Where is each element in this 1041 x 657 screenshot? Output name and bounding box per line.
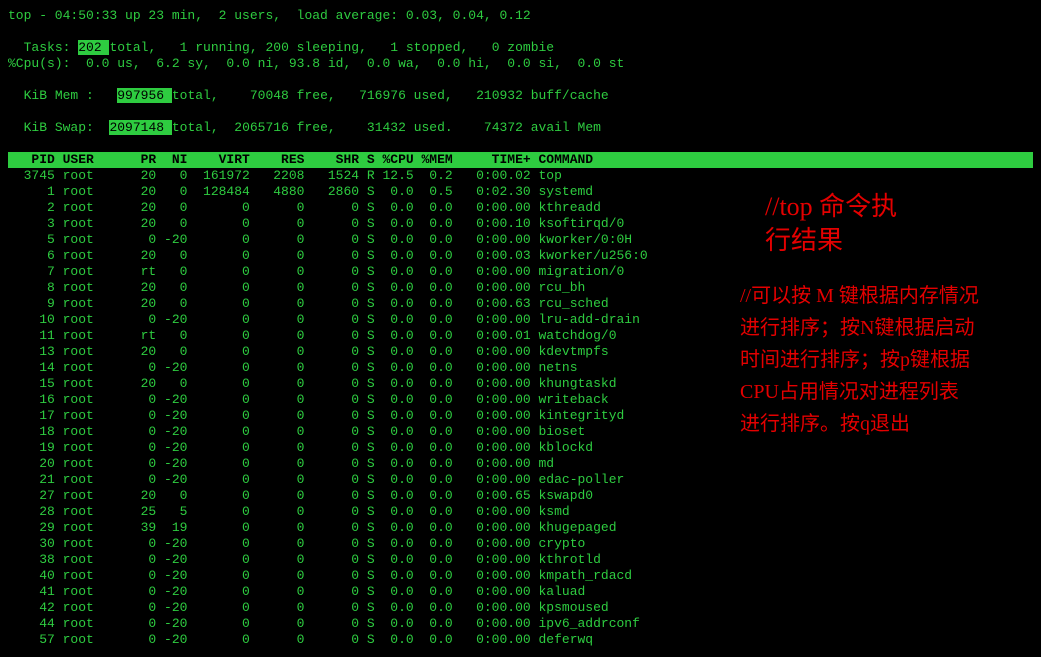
- process-table-header[interactable]: PID USER PR NI VIRT RES SHR S %CPU %MEM …: [8, 152, 1033, 168]
- annotation-title: //top 命令执 行结果: [765, 190, 1025, 258]
- annotation-desc-line4: CPU占用情况对进程列表: [740, 376, 1040, 408]
- process-row[interactable]: 7 root rt 0 0 0 0 S 0.0 0.0 0:00.00 migr…: [8, 264, 1033, 280]
- process-row[interactable]: 40 root 0 -20 0 0 0 S 0.0 0.0 0:00.00 km…: [8, 568, 1033, 584]
- top-summary-line-1: top - 04:50:33 up 23 min, 2 users, load …: [8, 8, 1033, 24]
- annotation-desc-line3: 时间进行排序；按p键根据: [740, 344, 1040, 376]
- mem-detail: total, 70048 free, 716976 used, 210932 b…: [172, 88, 609, 103]
- process-row[interactable]: 27 root 20 0 0 0 0 S 0.0 0.0 0:00.65 ksw…: [8, 488, 1033, 504]
- process-row[interactable]: 57 root 0 -20 0 0 0 S 0.0 0.0 0:00.00 de…: [8, 632, 1033, 648]
- annotation-title-line2: 行结果: [765, 224, 1025, 258]
- annotation-desc-line1: //可以按 M 键根据内存情况: [740, 280, 1040, 312]
- annotation-title-line1: //top 命令执: [765, 190, 1025, 224]
- tasks-label: Tasks:: [24, 40, 79, 55]
- annotation-description: //可以按 M 键根据内存情况 进行排序；按N键根据启动 时间进行排序；按p键根…: [740, 280, 1040, 440]
- swap-detail: total, 2065716 free, 31432 used. 74372 a…: [172, 120, 601, 135]
- process-row[interactable]: 42 root 0 -20 0 0 0 S 0.0 0.0 0:00.00 kp…: [8, 600, 1033, 616]
- process-row[interactable]: 44 root 0 -20 0 0 0 S 0.0 0.0 0:00.00 ip…: [8, 616, 1033, 632]
- process-row[interactable]: 41 root 0 -20 0 0 0 S 0.0 0.0 0:00.00 ka…: [8, 584, 1033, 600]
- annotation-desc-line2: 进行排序；按N键根据启动: [740, 312, 1040, 344]
- process-row[interactable]: 19 root 0 -20 0 0 0 S 0.0 0.0 0:00.00 kb…: [8, 440, 1033, 456]
- tasks-total-value: 202: [78, 40, 109, 55]
- top-summary-line-2: Tasks: 202 total, 1 running, 200 sleepin…: [8, 24, 1033, 56]
- annotation-desc-line5: 进行排序。按q退出: [740, 408, 1040, 440]
- swap-label: KiB Swap:: [24, 120, 110, 135]
- process-row[interactable]: 28 root 25 5 0 0 0 S 0.0 0.0 0:00.00 ksm…: [8, 504, 1033, 520]
- blank-line: [8, 136, 1033, 152]
- process-row[interactable]: 30 root 0 -20 0 0 0 S 0.0 0.0 0:00.00 cr…: [8, 536, 1033, 552]
- mem-label: KiB Mem :: [24, 88, 118, 103]
- process-row[interactable]: 38 root 0 -20 0 0 0 S 0.0 0.0 0:00.00 kt…: [8, 552, 1033, 568]
- top-summary-line-5: KiB Swap: 2097148 total, 2065716 free, 3…: [8, 104, 1033, 136]
- process-row[interactable]: 21 root 0 -20 0 0 0 S 0.0 0.0 0:00.00 ed…: [8, 472, 1033, 488]
- process-row[interactable]: 3745 root 20 0 161972 2208 1524 R 12.5 0…: [8, 168, 1033, 184]
- process-row[interactable]: 20 root 0 -20 0 0 0 S 0.0 0.0 0:00.00 md: [8, 456, 1033, 472]
- mem-total-value: 997956: [117, 88, 172, 103]
- top-summary-line-3: %Cpu(s): 0.0 us, 6.2 sy, 0.0 ni, 93.8 id…: [8, 56, 1033, 72]
- tasks-detail: total, 1 running, 200 sleeping, 1 stoppe…: [109, 40, 554, 55]
- top-summary-line-4: KiB Mem : 997956 total, 70048 free, 7169…: [8, 72, 1033, 104]
- process-row[interactable]: 29 root 39 19 0 0 0 S 0.0 0.0 0:00.00 kh…: [8, 520, 1033, 536]
- swap-total-value: 2097148: [109, 120, 171, 135]
